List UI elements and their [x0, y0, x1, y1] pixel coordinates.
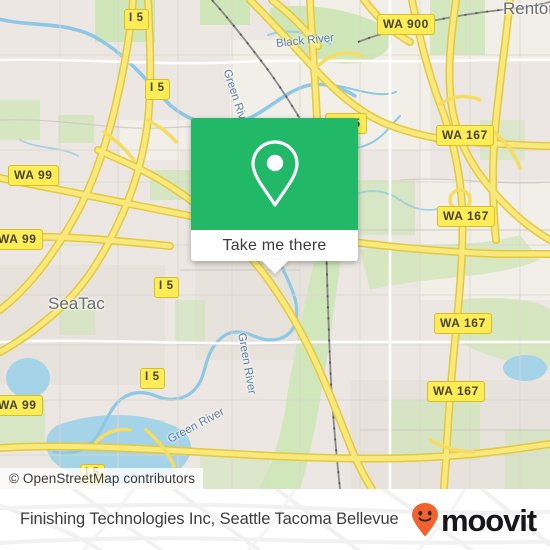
moovit-map-card: SeaTac Renton Black River Green River Gr…	[0, 0, 550, 550]
take-me-there-button[interactable]: Take me there	[191, 230, 358, 274]
footer-place-title: Finishing Technologies Inc, Seattle Taco…	[20, 510, 399, 528]
highway-shield-wa99-south[interactable]: WA 99	[0, 395, 43, 416]
highway-shield-i5-north[interactable]: I 5	[124, 9, 149, 30]
highway-shield-wa99-mid[interactable]: WA 99	[0, 229, 43, 250]
place-label-renton: Renton	[503, 0, 550, 18]
footer-bar: Finishing Technologies Inc, Seattle Taco…	[0, 489, 550, 550]
moovit-brand[interactable]: moovit	[410, 502, 537, 538]
highway-shield-wa167-south[interactable]: WA 167	[427, 381, 485, 402]
highway-shield-i5-seatac[interactable]: I 5	[154, 277, 179, 298]
highway-shield-i5-south[interactable]: I 5	[140, 368, 165, 389]
location-pin-icon	[250, 140, 299, 207]
osm-attribution[interactable]: © OpenStreetMap contributors	[0, 468, 204, 489]
highway-shield-wa167-mid[interactable]: WA 167	[437, 206, 495, 227]
moovit-wordmark: moovit	[440, 503, 537, 538]
highway-shield-wa167-lower[interactable]: WA 167	[434, 313, 492, 334]
highway-shield-wa900[interactable]: WA 900	[377, 14, 435, 35]
highway-shield-wa167-north[interactable]: WA 167	[436, 125, 494, 146]
location-callout-card[interactable]: Take me there	[191, 118, 358, 274]
place-label-seatac: SeaTac	[48, 294, 105, 313]
callout-tail	[260, 260, 289, 274]
callout-pin-panel	[191, 118, 358, 230]
take-me-there-label: Take me there	[222, 236, 327, 254]
highway-shield-i5-mid[interactable]: I 5	[145, 79, 170, 100]
highway-shield-wa99-north[interactable]: WA 99	[8, 165, 59, 186]
moovit-smiley-pin-icon	[411, 502, 438, 536]
